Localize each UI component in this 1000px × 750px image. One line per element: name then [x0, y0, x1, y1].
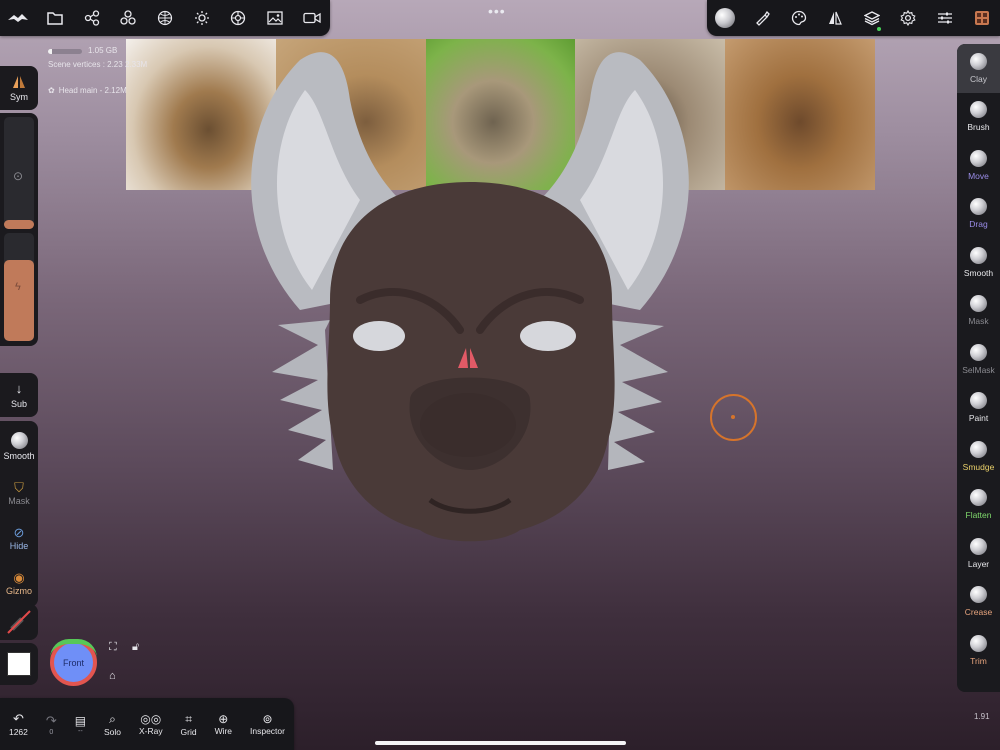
tool-label: Flatten — [965, 510, 992, 521]
redo-button[interactable]: ↷ 0 — [46, 713, 57, 736]
grid-button[interactable]: ⌗ Grid — [181, 712, 197, 737]
history-button[interactable]: ▤ -- — [75, 714, 86, 735]
clay-tool-icon — [970, 52, 987, 70]
radius-slider[interactable]: ⊙ — [4, 117, 34, 229]
sym-button[interactable]: Sym — [0, 66, 38, 110]
drag-tool-icon — [970, 198, 987, 216]
tool-smudge[interactable]: Smudge — [957, 432, 1000, 481]
tool-drag[interactable]: Drag — [957, 190, 1000, 239]
gizmo-quick-button[interactable]: ◉ Gizmo — [6, 570, 32, 596]
tool-label: SelMask — [962, 364, 995, 375]
tool-selmask[interactable]: SelMask — [957, 335, 1000, 384]
hide-quick-button[interactable]: ⊘ Hide — [10, 525, 29, 551]
color-picker-disabled[interactable] — [0, 604, 38, 640]
radius-icon: ⊙ — [13, 169, 24, 183]
redo-icon: ↷ — [45, 712, 57, 728]
smooth-quick-button[interactable]: Smooth — [3, 432, 35, 461]
version-label: 1.91 — [974, 712, 990, 721]
selmask-tool-icon — [970, 343, 987, 361]
right-eye-hole — [520, 321, 576, 351]
paint-tool-icon — [970, 392, 987, 410]
glasses-icon: ◎◎ — [140, 712, 162, 726]
fullscreen-icon[interactable]: ⛶ — [109, 641, 117, 654]
tool-palette: Clay Brush Move Drag Smooth Mask SelMask Paint S… — [957, 44, 1000, 692]
flatten-tool-icon — [970, 489, 987, 507]
brush-sliders-panel: ⊙ ϟ — [0, 113, 38, 346]
arrow-down-icon: ↓ — [15, 381, 23, 396]
tool-mask[interactable]: Mask — [957, 287, 1000, 336]
smooth-tool-icon — [970, 246, 987, 264]
tool-label: Clay — [969, 73, 987, 84]
tool-label: Trim — [970, 655, 987, 666]
tool-move[interactable]: Move — [957, 141, 1000, 190]
tool-paint[interactable]: Paint — [957, 384, 1000, 433]
hide-icon: ⊘ — [13, 524, 25, 540]
tool-label: Layer — [967, 558, 990, 569]
mask-shield-icon: ⛉ — [14, 480, 24, 496]
move-tool-icon — [970, 149, 987, 167]
tool-label: Drag — [969, 219, 988, 230]
grid-icon: ⌗ — [185, 711, 192, 726]
layer-tool-icon — [970, 537, 987, 555]
viewport-model[interactable] — [0, 0, 1000, 750]
crease-tool-icon — [970, 586, 987, 604]
mask-tool-icon — [970, 295, 987, 313]
gizmo-icon: ◉ — [13, 569, 25, 585]
mask-quick-button[interactable]: ⛉ Mask — [8, 480, 30, 506]
tool-brush[interactable]: Brush — [957, 93, 1000, 142]
tool-label: Smudge — [962, 461, 995, 472]
brush-tool-icon — [970, 101, 987, 119]
magnifier-icon: ⌕ — [109, 711, 116, 726]
bottom-toolbar: ↶ 1262 ↷ 0 ▤ -- ⌕ Solo ◎◎ X-Ray ⌗ Grid ⊕… — [0, 698, 294, 750]
tool-crease[interactable]: Crease — [957, 578, 1000, 627]
tool-flatten[interactable]: Flatten — [957, 481, 1000, 530]
undo-button[interactable]: ↶ 1262 — [9, 711, 28, 737]
home-indicator[interactable] — [375, 741, 626, 745]
intensity-icon: ϟ — [15, 281, 21, 293]
intensity-slider[interactable]: ϟ — [4, 233, 34, 341]
tool-label: Paint — [968, 413, 989, 424]
tool-label: Brush — [967, 122, 990, 133]
trim-tool-icon — [970, 634, 987, 652]
tool-smooth[interactable]: Smooth — [957, 238, 1000, 287]
color-swatch — [7, 652, 31, 676]
history-icon: ▤ — [74, 713, 87, 728]
tool-label: Smooth — [963, 267, 994, 278]
inspector-icon: ⊚ — [262, 712, 273, 726]
fur-spikes-right — [608, 320, 668, 470]
tool-clay[interactable]: Clay — [957, 44, 1000, 93]
fur-spikes-left — [272, 320, 333, 470]
tool-layer[interactable]: Layer — [957, 529, 1000, 578]
home-icon[interactable]: ⌂ — [109, 670, 116, 682]
smudge-tool-icon — [970, 440, 987, 458]
left-eye-hole — [353, 321, 405, 351]
nose — [420, 393, 516, 457]
solo-button[interactable]: ⌕ Solo — [104, 712, 121, 737]
tool-label: Move — [968, 170, 989, 181]
quick-tools-panel: Smooth ⛉ Mask ⊘ Hide ◉ Gizmo — [0, 421, 38, 607]
sub-button[interactable]: ↓ Sub — [0, 373, 38, 417]
wireframe-icon: ⊕ — [218, 712, 229, 726]
eyedropper-disabled-icon — [7, 610, 31, 634]
smooth-ball-icon — [10, 432, 28, 450]
brush-cursor — [710, 394, 757, 441]
wire-button[interactable]: ⊕ Wire — [215, 712, 232, 736]
tool-trim[interactable]: Trim — [957, 626, 1000, 675]
tool-label: Crease — [964, 607, 993, 618]
symmetry-icon — [13, 75, 25, 88]
view-cube[interactable]: Front — [50, 639, 97, 686]
undo-icon: ↶ — [12, 711, 24, 726]
inspector-button[interactable]: ⊚ Inspector — [250, 712, 285, 736]
mask-model — [251, 52, 689, 542]
color-swatch-button[interactable] — [0, 643, 38, 685]
tool-label: Mask — [968, 316, 989, 327]
xray-button[interactable]: ◎◎ X-Ray — [139, 712, 163, 736]
lock-icon[interactable]: 🔓︎ — [132, 641, 139, 654]
